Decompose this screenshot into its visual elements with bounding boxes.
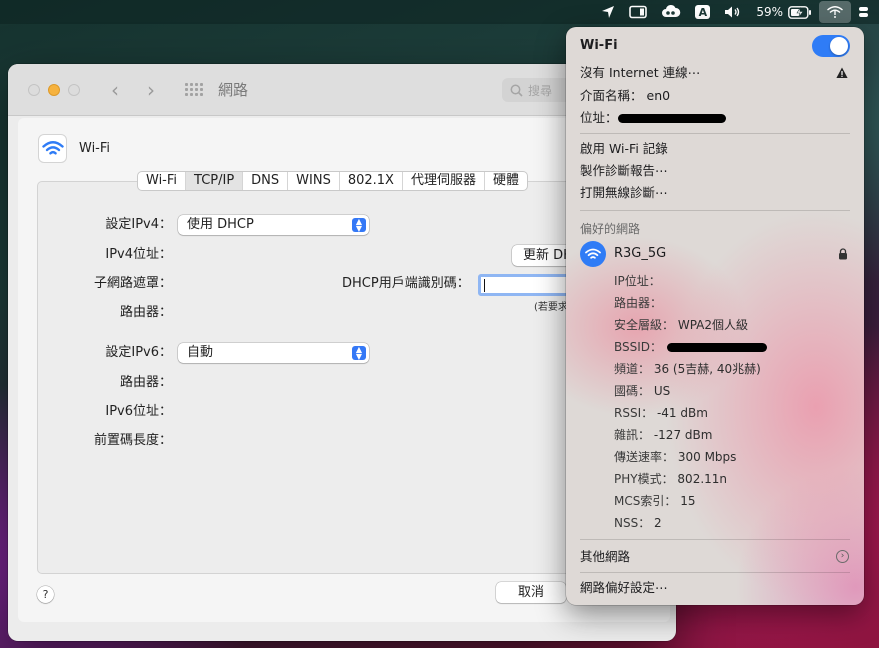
ipv6-address-label: IPv6位址： [105, 404, 172, 419]
preferred-networks-header: 偏好的網路 [580, 222, 641, 236]
tab-hardware[interactable]: 硬體 [485, 172, 527, 190]
back-chevron-icon[interactable]: ‹ [105, 79, 125, 101]
warning-icon [836, 67, 848, 78]
redacted-bssid [667, 343, 767, 352]
tab-wifi[interactable]: Wi-Fi [138, 172, 187, 190]
tab-proxies[interactable]: 代理伺服器 [403, 172, 485, 190]
window-title: 網路 [218, 81, 249, 99]
service-header: Wi-Fi [38, 134, 110, 163]
network-detail-row: 路由器： [614, 296, 663, 310]
network-detail-row: 頻道： 36 (5吉赫, 40兆赫) [614, 362, 761, 376]
network-name[interactable]: R3G_5G [614, 246, 666, 261]
ipv6-config-select[interactable]: 自動 ▲ ▼ [178, 343, 369, 363]
battery-status[interactable]: 59% [749, 0, 819, 24]
network-detail-row: 傳送速率： 300 Mbps [614, 450, 737, 464]
create-diagnostics-report-item[interactable]: 製作診斷報告⋯ [580, 163, 668, 179]
ipv4-address-label: IPv4位址： [105, 247, 172, 262]
network-detail-row: 安全層級： WPA2個人級 [614, 318, 749, 332]
select-stepper-icon: ▲ ▼ [352, 218, 366, 233]
subnet-mask-label: 子網路遮罩： [93, 276, 172, 291]
tab-wins[interactable]: WINS [288, 172, 340, 190]
router-label: 路由器： [119, 305, 172, 320]
no-internet-status[interactable]: 沒有 Internet 連線⋯ [580, 65, 700, 81]
dhcp-client-id-field[interactable] [478, 274, 573, 296]
ipv4-config-value: 使用 DHCP [187, 217, 254, 232]
ipv6-config-value: 自動 [187, 345, 214, 360]
network-detail-row: PHY模式： 802.11n [614, 472, 728, 486]
search-placeholder: 搜尋 [528, 83, 553, 98]
network-preferences-item[interactable]: 網路偏好設定⋯ [580, 580, 668, 596]
help-button[interactable]: ? [37, 586, 54, 603]
wifi-menu-title: Wi-Fi [580, 38, 618, 53]
network-detail-row: IP位址： [614, 274, 661, 288]
tab-dns[interactable]: DNS [243, 172, 289, 190]
menu-separator [580, 210, 850, 211]
open-wireless-diagnostics-item[interactable]: 打開無線診斷⋯ [580, 185, 668, 201]
network-detail-row: RSSI： -41 dBm [614, 406, 708, 420]
wifi-toggle[interactable] [812, 35, 850, 57]
menu-bar: A 59% [0, 0, 879, 24]
address-info: 位址： [580, 110, 618, 126]
renew-dhcp-lease-button[interactable]: 更新 DHCP 租約 [512, 245, 572, 266]
zoom-window-button[interactable] [68, 84, 80, 96]
dhcp-client-id-label: DHCP用戶端識別碼： [342, 276, 470, 291]
prefix-length-label: 前置碼長度： [93, 433, 172, 448]
other-networks-item[interactable]: 其他網路 [580, 549, 630, 565]
close-window-button[interactable] [28, 84, 40, 96]
control-center-icon[interactable] [851, 0, 875, 24]
battery-charging-icon [788, 5, 811, 19]
sidecar-icon[interactable] [622, 0, 654, 24]
network-detail-row: NSS： 2 [614, 516, 662, 530]
enable-wifi-logging-item[interactable]: 啟用 Wi-Fi 記錄 [580, 141, 668, 157]
input-source-indicator[interactable]: A [688, 0, 717, 24]
search-icon [510, 84, 523, 97]
location-arrow-icon[interactable] [594, 0, 622, 24]
creative-cloud-icon[interactable] [654, 0, 688, 24]
ipv4-config-select[interactable]: 使用 DHCP ▲ ▼ [178, 215, 369, 235]
text-caret [484, 279, 485, 292]
address-label: 位址： [580, 110, 618, 125]
battery-percent: 59% [756, 5, 783, 19]
menu-separator [580, 539, 850, 540]
interface-info: 介面名稱： en0 [580, 88, 670, 104]
cancel-button[interactable]: 取消 [496, 582, 566, 603]
lock-icon [839, 248, 847, 260]
input-source-label: A [695, 5, 711, 19]
network-detail-row: 國碼： US [614, 384, 671, 398]
ipv4-config-label: 設定IPv4： [105, 217, 172, 232]
interface-label: 介面名稱： [580, 88, 643, 103]
select-stepper-icon: ▲ ▼ [352, 346, 366, 361]
wifi-service-icon [38, 134, 67, 163]
menu-separator [580, 133, 850, 134]
ipv6-config-label: 設定IPv6： [105, 345, 172, 360]
tab-bar: Wi-Fi TCP/IP DNS WINS 802.1X 代理伺服器 硬體 [137, 171, 528, 191]
network-detail-row: MCS索引： 15 [614, 494, 696, 508]
network-detail-row: 雜訊： -127 dBm [614, 428, 713, 442]
wifi-menu: Wi-Fi 沒有 Internet 連線⋯ 介面名稱： en0 位址： 啟用 W… [566, 27, 864, 605]
wifi-network-icon[interactable] [580, 241, 606, 267]
speaker-icon[interactable] [717, 0, 749, 24]
tab-tcpip[interactable]: TCP/IP [186, 172, 244, 190]
tab-8021x[interactable]: 802.1X [340, 172, 403, 190]
interface-value: en0 [646, 88, 671, 103]
chevron-right-icon[interactable]: › [836, 550, 849, 563]
ipv6-router-label: 路由器： [119, 375, 172, 390]
minimize-window-button[interactable] [48, 84, 60, 96]
network-detail-row: BSSID： [614, 340, 663, 354]
redacted-address [618, 114, 726, 123]
forward-chevron-icon[interactable]: › [141, 79, 161, 101]
menu-separator [580, 572, 850, 573]
show-all-grid-icon[interactable] [185, 83, 203, 97]
wifi-warning-icon[interactable] [819, 1, 851, 23]
service-name: Wi-Fi [79, 141, 111, 156]
